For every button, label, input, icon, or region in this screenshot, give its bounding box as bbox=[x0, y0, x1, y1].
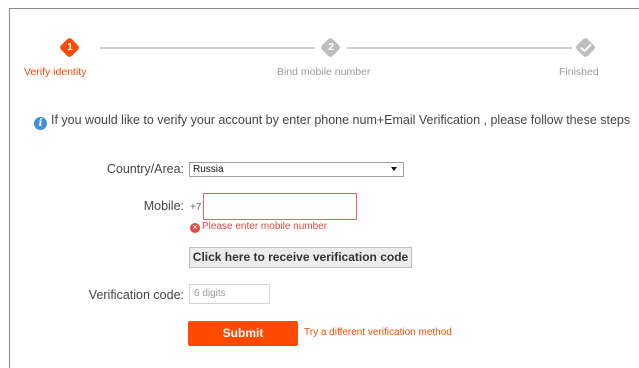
mobile-input[interactable] bbox=[203, 193, 357, 220]
step-1-number: 1 bbox=[67, 42, 73, 53]
step-3-marker bbox=[574, 36, 597, 59]
step-1-label: Verify identity bbox=[24, 66, 87, 78]
verification-label: Verification code: bbox=[88, 288, 184, 302]
info-message: i If you would like to verify your accoun… bbox=[34, 113, 630, 130]
country-label: Country/Area: bbox=[106, 162, 184, 176]
step-3-label: Finished bbox=[559, 66, 599, 78]
caret-down-icon bbox=[391, 167, 397, 171]
step-1-marker: 1 bbox=[58, 36, 81, 59]
step-2-marker: 2 bbox=[319, 36, 342, 59]
info-text: If you would like to verify your account… bbox=[51, 113, 631, 127]
country-select[interactable]: Russia bbox=[189, 162, 404, 177]
step-connector-2 bbox=[347, 47, 572, 49]
alternate-method-link[interactable]: Try a different verification method bbox=[304, 327, 452, 338]
mobile-error: ✕ Please enter mobile number bbox=[190, 221, 327, 233]
error-icon: ✕ bbox=[190, 223, 200, 233]
country-code-prefix: +7 bbox=[190, 202, 202, 213]
step-connector-1 bbox=[100, 47, 315, 49]
info-icon: i bbox=[34, 117, 47, 130]
check-icon bbox=[580, 43, 592, 52]
step-2-number: 2 bbox=[328, 42, 334, 53]
verification-panel: 1 2 Verify identity Bind mobile number F… bbox=[9, 8, 639, 368]
mobile-error-text: Please enter mobile number bbox=[202, 221, 328, 232]
submit-button[interactable]: Submit bbox=[188, 321, 298, 346]
receive-code-button[interactable]: Click here to receive verification code bbox=[189, 247, 412, 268]
step-2-label: Bind mobile number bbox=[277, 66, 371, 78]
country-select-value: Russia bbox=[193, 164, 224, 175]
mobile-label: Mobile: bbox=[143, 199, 184, 213]
verification-code-input[interactable]: 6 digits bbox=[189, 284, 270, 304]
